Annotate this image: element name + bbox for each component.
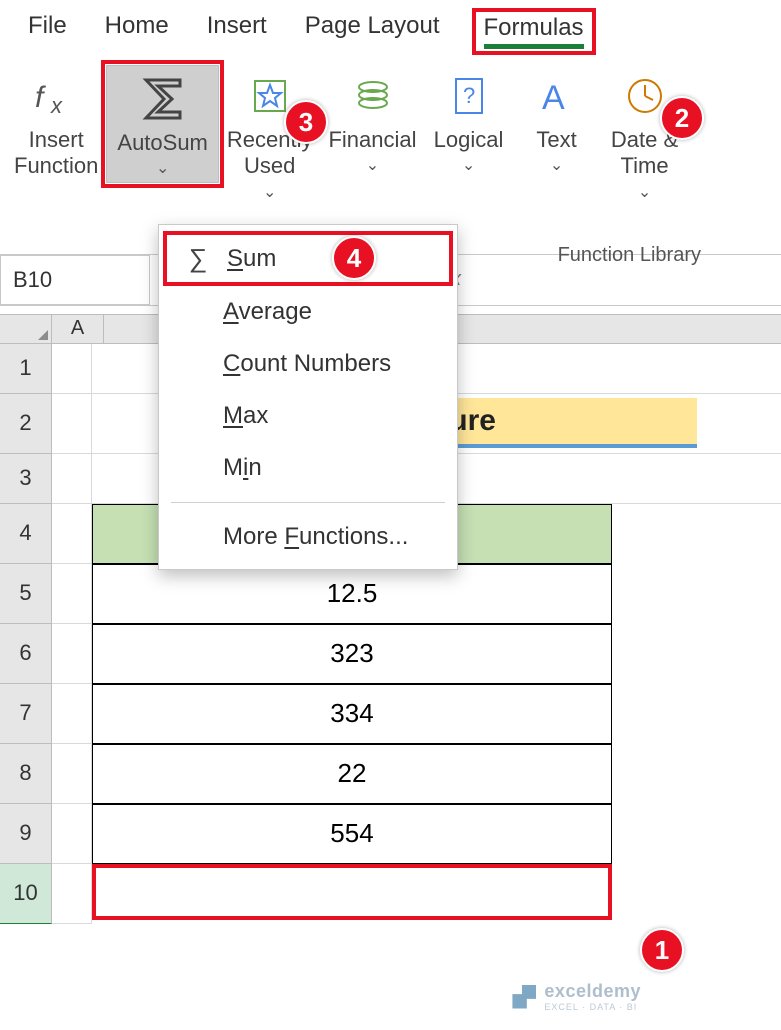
sigma-icon: ∑ [183,243,213,274]
cell[interactable] [52,504,92,564]
chevron-down-icon: ⌄ [638,182,651,202]
menu-item-label: More Functions... [223,523,408,551]
tab-insert[interactable]: Insert [207,12,267,51]
cell[interactable] [52,454,92,504]
row-header[interactable]: 7 [0,684,52,744]
text-label: Text [536,127,576,153]
row-header[interactable]: 8 [0,744,52,804]
cell[interactable] [52,344,92,394]
watermark-tag: EXCEL · DATA · BI [544,1002,641,1012]
row-header[interactable]: 3 [0,454,52,504]
menu-item-label: Max [223,402,268,430]
tab-formulas-label: Formulas [484,14,584,49]
chevron-down-icon: ⌄ [263,182,276,202]
cell[interactable]: 554 [92,804,612,864]
chevron-down-icon: ⌄ [550,155,563,175]
select-all-triangle[interactable] [0,315,52,343]
row-header[interactable]: 4 [0,504,52,564]
autosum-label: AutoSum [117,130,208,156]
menu-item-sum[interactable]: ∑ SSumum [163,231,453,286]
autosum-dropdown: ∑ SSumum Average Count Numbers Max Min M… [158,224,458,570]
svg-text:x: x [50,93,63,118]
sigma-icon [138,72,188,126]
tab-file[interactable]: File [28,12,67,51]
text-button[interactable]: A Text ⌄ [513,65,601,175]
row-header[interactable]: 10 [0,864,52,924]
tab-home[interactable]: Home [105,12,169,51]
tab-page-layout[interactable]: Page Layout [305,12,440,51]
menu-separator [171,502,445,503]
row-header[interactable]: 5 [0,564,52,624]
cell[interactable]: 323 [92,624,612,684]
callout-4: 4 [332,236,376,280]
cell[interactable]: 334 [92,684,612,744]
financial-button[interactable]: Financial ⌄ [320,65,424,175]
svg-text:f: f [35,81,46,114]
coins-icon [350,69,396,123]
row-header[interactable]: 6 [0,624,52,684]
row-header[interactable]: 2 [0,394,52,454]
menu-item-label: Average [223,298,312,326]
menu-item-max[interactable]: Max [159,390,457,442]
menu-item-min[interactable]: Min [159,442,457,494]
cell-b10-selected[interactable] [92,864,612,920]
chevron-down-icon: ⌄ [366,155,379,175]
row-header[interactable]: 1 [0,344,52,394]
insert-function-button[interactable]: fx Insert Function [6,65,106,180]
letter-a-icon: A [534,69,580,123]
chevron-down-icon: ⌄ [156,158,169,178]
menu-item-average[interactable]: Average [159,286,457,338]
menu-item-count[interactable]: Count Numbers [159,338,457,390]
col-header-a[interactable]: A [52,315,104,343]
watermark-brand: exceldemy [544,981,641,1001]
logo-icon [512,985,536,1009]
cell[interactable] [52,394,92,454]
cell[interactable] [52,564,92,624]
cell[interactable]: 22 [92,744,612,804]
cell[interactable]: 12.5 [92,564,612,624]
logical-button[interactable]: ? Logical ⌄ [425,65,513,175]
menu-item-label: Min [223,454,262,482]
cell[interactable] [52,624,92,684]
menu-item-more-functions[interactable]: More Functions... [159,511,457,563]
question-icon: ? [446,69,492,123]
insert-function-label: Insert Function [14,127,98,180]
callout-1: 1 [640,928,684,972]
row-header[interactable]: 9 [0,804,52,864]
menu-item-label: Count Numbers [223,350,391,378]
chevron-down-icon: ⌄ [462,155,475,175]
svg-text:?: ? [463,83,475,108]
svg-text:A: A [542,79,565,117]
tab-formulas[interactable]: Formulas [478,12,590,51]
watermark: exceldemy EXCEL · DATA · BI [512,981,641,1012]
financial-label: Financial [328,127,416,153]
fx-icon: fx [33,69,79,123]
cell[interactable] [52,864,92,924]
cell[interactable] [52,684,92,744]
ribbon-tabs: File Home Insert Page Layout Formulas [0,0,781,59]
cell[interactable] [52,804,92,864]
name-box[interactable] [0,255,150,305]
autosum-button[interactable]: AutoSum ⌄ [106,65,219,183]
callout-3: 3 [284,100,328,144]
logical-label: Logical [434,127,504,153]
ribbon-group-label: Function Library [558,244,701,267]
menu-item-label: SSumum [227,245,276,273]
cell[interactable] [52,744,92,804]
callout-2: 2 [660,96,704,140]
